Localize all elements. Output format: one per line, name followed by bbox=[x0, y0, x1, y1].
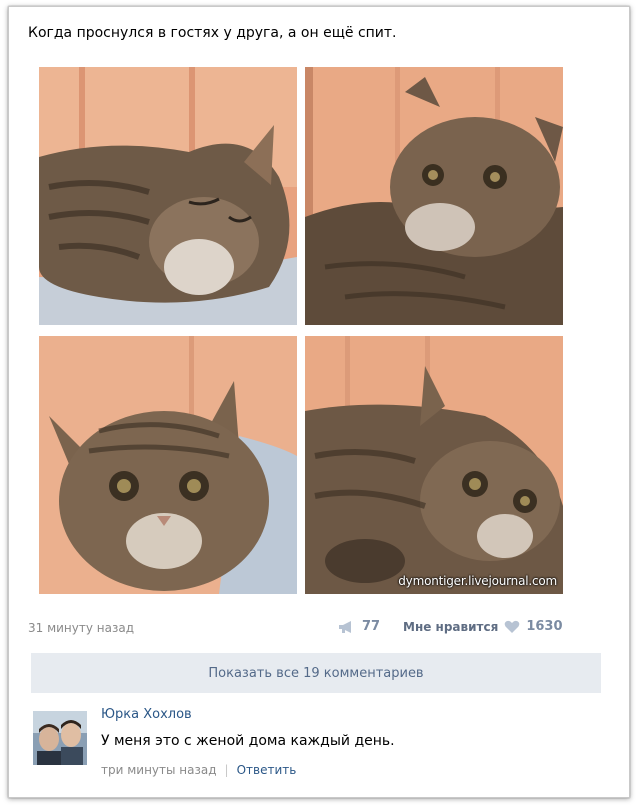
avatar-photo-icon bbox=[33, 711, 87, 765]
comment-author[interactable]: Юрка Хохлов bbox=[101, 707, 192, 722]
comment-meta: три минуты назад | Ответить bbox=[101, 763, 296, 777]
comment-item: Юрка Хохлов У меня это с женой дома кажд… bbox=[33, 703, 603, 783]
show-all-comments-button[interactable]: Показать все 19 комментариев bbox=[31, 653, 601, 693]
like-label: Мне нравится bbox=[403, 619, 499, 634]
like-button[interactable]: Мне нравится 1630 bbox=[403, 619, 563, 634]
cat-photo-3-icon bbox=[39, 336, 297, 594]
reply-button[interactable]: Ответить bbox=[237, 763, 297, 777]
post-meta: 31 минуту назад 77 Мне нравится 1630 bbox=[28, 619, 606, 639]
share-button[interactable]: 77 bbox=[338, 619, 380, 634]
photo-1[interactable] bbox=[39, 67, 297, 325]
comment-separator: | bbox=[224, 763, 229, 777]
heart-icon bbox=[505, 620, 520, 633]
photo-2[interactable] bbox=[305, 67, 563, 325]
avatar[interactable] bbox=[33, 711, 87, 765]
comment-text: У меня это с женой дома каждый день. bbox=[101, 733, 395, 749]
photo-4[interactable]: dymontiger.livejournal.com bbox=[305, 336, 563, 594]
cat-photo-1-icon bbox=[39, 67, 297, 325]
photo-3[interactable] bbox=[39, 336, 297, 594]
post-time[interactable]: 31 минуту назад bbox=[28, 621, 134, 635]
cat-photo-4-icon bbox=[305, 336, 563, 594]
watermark: dymontiger.livejournal.com bbox=[398, 574, 557, 588]
post-card: Когда проснулся в гостях у друга, а он е… bbox=[8, 6, 630, 798]
post-text: Когда проснулся в гостях у друга, а он е… bbox=[28, 25, 397, 41]
cat-photo-2-icon bbox=[305, 67, 563, 325]
like-count: 1630 bbox=[526, 619, 563, 634]
megaphone-icon bbox=[339, 620, 351, 633]
comment-time[interactable]: три минуты назад bbox=[101, 763, 217, 777]
share-count: 77 bbox=[362, 619, 381, 634]
photo-grid: dymontiger.livejournal.com bbox=[39, 67, 563, 594]
